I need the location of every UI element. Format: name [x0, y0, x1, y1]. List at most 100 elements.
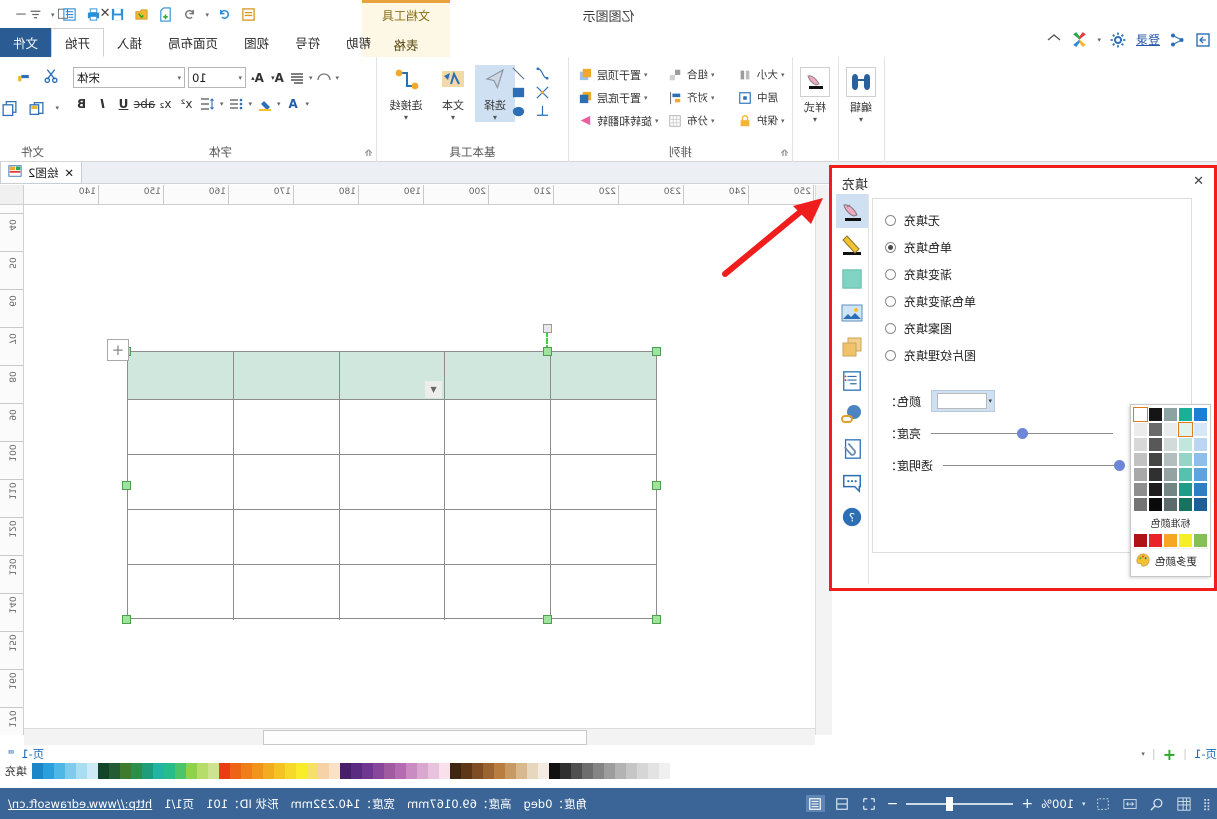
document-tab-close-icon[interactable]: ✕	[64, 166, 74, 180]
tab-home[interactable]: 开始	[51, 28, 105, 57]
shape-ellipse-icon[interactable]	[510, 103, 527, 120]
tool-text-caret[interactable]: ▾	[451, 113, 455, 122]
fill-option-radio[interactable]	[885, 350, 896, 361]
protect-caret[interactable]: ▾	[781, 117, 785, 125]
palette-color-swatch[interactable]	[538, 763, 549, 779]
handle-middle-right[interactable]	[122, 481, 131, 490]
palette-color-swatch[interactable]	[450, 763, 461, 779]
horizontal-scrollbar[interactable]: ◀ ▶	[24, 728, 815, 745]
fill-option-radio[interactable]	[885, 269, 896, 280]
palette-color-swatch[interactable]	[175, 763, 186, 779]
color-swatch[interactable]	[1193, 467, 1208, 482]
fill-color-swatch[interactable]	[937, 393, 988, 409]
arrange-dialog-launcher[interactable]: ⟰	[781, 149, 789, 159]
picture-icon[interactable]	[836, 296, 868, 330]
undo-icon[interactable]	[181, 6, 198, 23]
layers-icon[interactable]	[836, 330, 868, 364]
palette-color-swatch[interactable]	[197, 763, 208, 779]
line-spacing-caret[interactable]: ▾	[220, 100, 224, 108]
group-caret[interactable]: ▾	[711, 71, 715, 79]
tab-symbol[interactable]: 符号	[282, 28, 333, 57]
normal-view-button[interactable]	[805, 795, 825, 812]
font-size-caret[interactable]: ▾	[238, 74, 242, 82]
color-swatch[interactable]	[1133, 497, 1148, 512]
palette-color-swatch[interactable]	[494, 763, 505, 779]
table-row[interactable]	[128, 455, 656, 510]
fill-color-palette-bar[interactable]: 填充	[0, 760, 1217, 782]
table-cell[interactable]	[338, 455, 445, 509]
login-link[interactable]: 登录	[1136, 31, 1160, 48]
palette-color-swatch[interactable]	[43, 763, 54, 779]
color-swatch[interactable]	[1178, 482, 1193, 497]
palette-color-swatch[interactable]	[296, 763, 307, 779]
zoom-preset-caret[interactable]: ▾	[1082, 800, 1086, 808]
fill-panel-close-icon[interactable]: ✕	[1193, 174, 1204, 189]
color-swatch[interactable]	[1133, 407, 1148, 422]
table-cell[interactable]	[128, 352, 233, 399]
palette-color-swatch[interactable]	[142, 763, 153, 779]
shrink-font-icon[interactable]: A ▾	[269, 69, 286, 86]
font-dialog-launcher[interactable]: ⟰	[365, 149, 373, 159]
color-swatch[interactable]	[1133, 422, 1148, 437]
palette-color-swatch[interactable]	[263, 763, 274, 779]
fill-option-0[interactable]: 无填充	[873, 207, 1191, 234]
fullscreen-view-button[interactable]	[860, 795, 879, 812]
color-swatch[interactable]	[1163, 437, 1178, 452]
customize-qat-icon[interactable]	[27, 6, 44, 23]
table-cell[interactable]	[338, 565, 445, 620]
bring-front-caret[interactable]: ▾	[644, 71, 648, 79]
palette-color-swatch[interactable]	[120, 763, 131, 779]
handle-top-left[interactable]	[652, 347, 661, 356]
fit-page-icon[interactable]	[1094, 795, 1113, 812]
grow-font-icon[interactable]: A ▴	[249, 69, 266, 86]
fill-option-2[interactable]: 渐变填充	[873, 261, 1191, 288]
handle-top-center[interactable]	[543, 347, 552, 356]
palette-color-swatch[interactable]	[109, 763, 120, 779]
font-size-input[interactable]: ▾ 10	[188, 67, 246, 88]
color-swatch[interactable]	[1178, 497, 1193, 512]
palette-color-swatch[interactable]	[549, 763, 560, 779]
color-swatch[interactable]	[1133, 452, 1148, 467]
palette-swatches[interactable]	[32, 763, 670, 779]
drawing-canvas[interactable]: +	[24, 205, 832, 735]
attachment-icon[interactable]	[836, 432, 868, 466]
fill-option-radio[interactable]	[885, 242, 896, 253]
color-swatch[interactable]	[1163, 482, 1178, 497]
color-swatch[interactable]	[1148, 437, 1163, 452]
customize-qat-caret[interactable]: ▾	[51, 11, 55, 19]
palette-color-swatch[interactable]	[131, 763, 142, 779]
font-name-input[interactable]: ▾ 宋体	[73, 67, 185, 88]
tool-connector-caret[interactable]: ▾	[404, 113, 408, 122]
highlight-color-caret[interactable]: ▾	[277, 100, 281, 108]
italic-icon[interactable]: I	[94, 95, 111, 112]
palette-color-swatch[interactable]	[527, 763, 538, 779]
table-cell[interactable]	[444, 510, 551, 564]
palette-color-swatch[interactable]	[340, 763, 351, 779]
fill-color-caret[interactable]: ▾	[989, 397, 993, 405]
standard-color-swatches[interactable]	[1133, 533, 1208, 548]
text-highlight-icon[interactable]	[256, 95, 273, 112]
table-cell[interactable]	[128, 510, 233, 564]
palette-color-swatch[interactable]	[219, 763, 230, 779]
table-cell[interactable]	[444, 400, 551, 454]
cut-icon[interactable]	[42, 67, 59, 84]
table-row[interactable]	[128, 400, 656, 455]
paste-icon[interactable]	[28, 99, 45, 116]
line-icon[interactable]	[836, 228, 868, 262]
table-cell[interactable]	[550, 352, 656, 399]
palette-color-swatch[interactable]	[54, 763, 65, 779]
palette-color-swatch[interactable]	[615, 763, 626, 779]
palette-color-swatch[interactable]	[285, 763, 296, 779]
standard-color-swatch[interactable]	[1193, 533, 1208, 548]
align-caret[interactable]: ▾	[711, 94, 715, 102]
palette-color-swatch[interactable]	[571, 763, 582, 779]
text-direction-caret[interactable]: ▾	[309, 74, 313, 82]
palette-color-swatch[interactable]	[98, 763, 109, 779]
status-website-link[interactable]: http://www.edrawsoft.cn/	[8, 797, 152, 811]
palette-color-swatch[interactable]	[417, 763, 428, 779]
help-icon[interactable]: ?	[836, 500, 868, 534]
document-tab-drawing2[interactable]: ✕ 绘图2	[0, 162, 82, 184]
handle-bottom-left[interactable]	[652, 615, 661, 624]
handle-middle-left[interactable]	[652, 481, 661, 490]
style-caret[interactable]: ▾	[813, 115, 817, 124]
